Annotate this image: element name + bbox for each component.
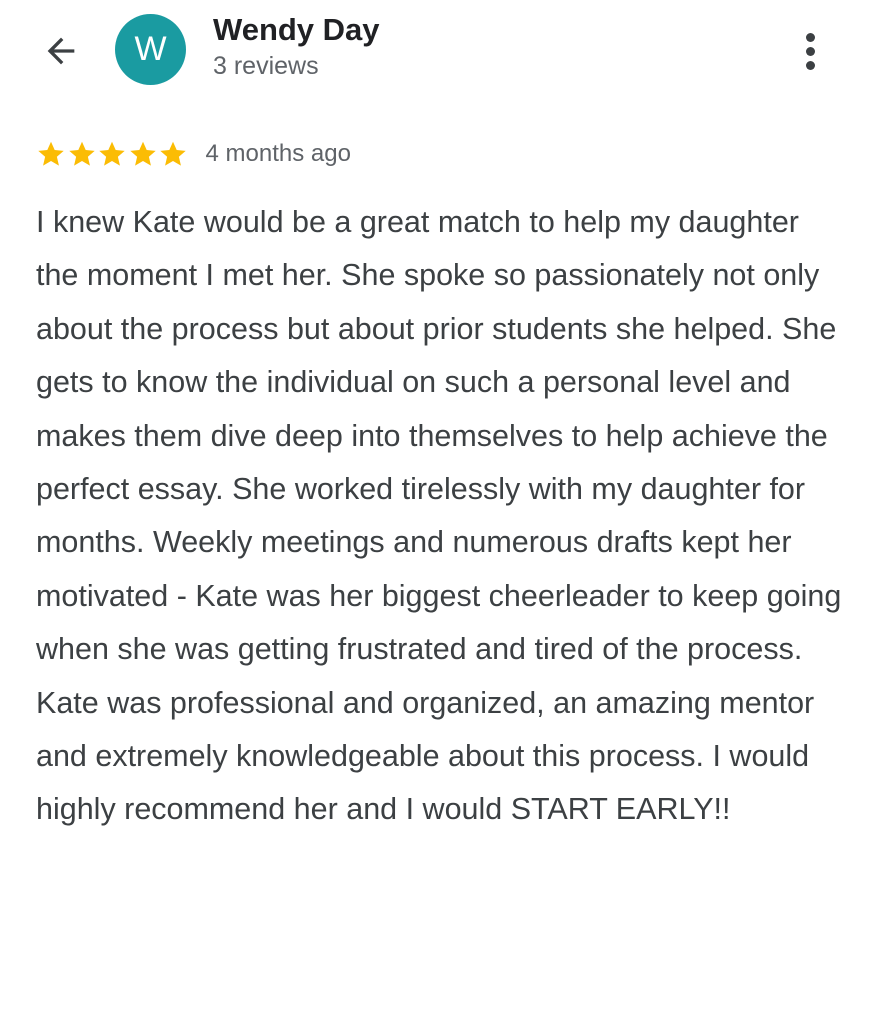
star-icon bbox=[129, 141, 156, 166]
star-icon bbox=[38, 141, 64, 166]
avatar-letter: W bbox=[134, 30, 167, 68]
star-icon bbox=[160, 141, 186, 166]
star-rating bbox=[36, 139, 189, 169]
star-icon bbox=[68, 141, 95, 166]
review-date: 4 months ago bbox=[205, 140, 351, 167]
avatar[interactable]: W bbox=[115, 14, 186, 85]
star-icon bbox=[99, 141, 125, 166]
review-header: W Wendy Day 3 reviews bbox=[0, 0, 872, 110]
review-count: 3 reviews bbox=[213, 52, 319, 80]
more-vertical-icon-dot bbox=[805, 60, 815, 70]
reviewer-name[interactable]: Wendy Day bbox=[213, 12, 380, 48]
more-vertical-icon bbox=[805, 32, 815, 42]
arrow-left-icon bbox=[47, 37, 75, 65]
more-options-button[interactable] bbox=[788, 26, 832, 76]
review-text: I knew Kate would be a great match to he… bbox=[36, 205, 842, 827]
back-button[interactable] bbox=[36, 26, 86, 76]
more-vertical-icon-dot bbox=[805, 46, 815, 56]
rating-row: 4 months ago bbox=[36, 136, 351, 172]
